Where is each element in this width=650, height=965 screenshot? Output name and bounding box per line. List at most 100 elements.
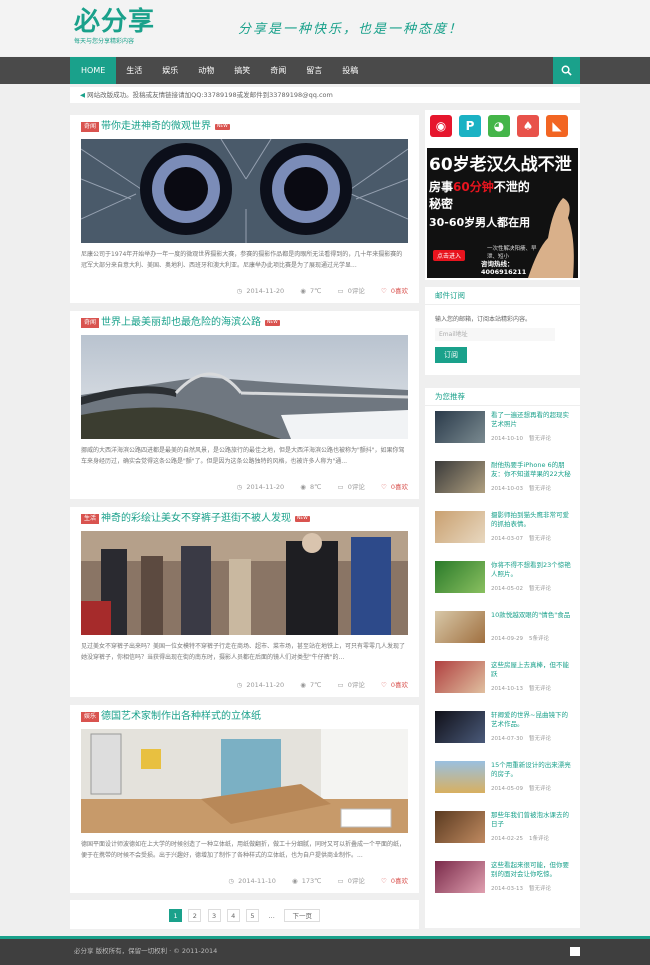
article-image[interactable] (81, 729, 408, 833)
list-item-comments: 5条评论 (528, 636, 549, 642)
wechat-icon[interactable]: ◕ (488, 115, 510, 137)
nav-item-funny[interactable]: 搞笑 (224, 57, 260, 84)
heart-icon: ♡ (380, 877, 387, 885)
list-item-date: 2014-03-07 (491, 536, 523, 542)
page-link-5[interactable]: 5 (245, 909, 259, 922)
list-item[interactable]: 轩卿爱的世界~昆曲镜下的艺术作品。 2014-07-30 暂无评论 (425, 706, 580, 756)
list-item-comments: 暂无评论 (528, 486, 551, 492)
article-likes[interactable]: 0喜欢 (391, 681, 408, 689)
list-item[interactable]: 耐他热要手iPhone 6的朋友：你不知道苹果的22大秘密 2014-10-03… (425, 456, 580, 506)
list-item-title[interactable]: 看了一遍还想再看的超现实艺术照片 (491, 411, 572, 429)
article-comments[interactable]: 0评论 (348, 877, 365, 885)
nav-item-entertainment[interactable]: 娱乐 (152, 57, 188, 84)
list-item-date: 2014-10-03 (491, 486, 523, 492)
nav-item-home[interactable]: HOME (70, 57, 117, 84)
search-button[interactable] (553, 57, 580, 84)
page-link-1[interactable]: 1 (169, 909, 183, 922)
nav-item-odd[interactable]: 奇闻 (260, 57, 296, 84)
list-item-title[interactable]: 这些房屋上去真棒，但不能跃 (491, 661, 572, 679)
thumbnail[interactable] (435, 761, 485, 793)
ad-enter-button[interactable]: 点击进入 (433, 250, 466, 261)
footer-copyright: 必分享 版权所有，保留一切权利 · © 2011-2014 (74, 947, 218, 955)
list-item-title[interactable]: 这些看起来很可能，但你要别的面对会让你吃惊。 (491, 861, 572, 879)
thumbnail[interactable] (435, 811, 485, 843)
thumbnail[interactable] (435, 561, 485, 593)
thumbnail[interactable] (435, 661, 485, 693)
article-date: 2014-11-20 (246, 483, 285, 491)
article-image[interactable] (81, 139, 408, 243)
nav-item-animals[interactable]: 动物 (188, 57, 224, 84)
list-item-date: 2014-02-25 (491, 836, 523, 842)
article-comments[interactable]: 0评论 (348, 287, 365, 295)
stats-icon[interactable] (570, 947, 580, 956)
page-link-2[interactable]: 2 (188, 909, 202, 922)
thumbnail[interactable] (435, 711, 485, 743)
email-input[interactable]: Email地址 (435, 328, 555, 341)
list-item[interactable]: 那些年我们曾被泡水课去的日子 2014-02-25 1条评论 (425, 806, 580, 856)
next-page-button[interactable]: 下一页 (284, 909, 320, 922)
list-item-date: 2014-10-13 (491, 686, 523, 692)
article-likes[interactable]: 0喜欢 (391, 877, 408, 885)
page-link-4[interactable]: 4 (226, 909, 240, 922)
article-comments[interactable]: 0评论 (348, 681, 365, 689)
thumbnail[interactable] (435, 511, 485, 543)
article-category[interactable]: 娱乐 (81, 712, 100, 722)
page-link-3[interactable]: 3 (207, 909, 221, 922)
widget-title: 为您推荐 (425, 388, 580, 406)
header: 必分享 每天与您分享精彩内容 分享是一种快乐，也是一种态度！ (0, 0, 650, 56)
pinterest-icon[interactable]: P (459, 115, 481, 137)
nav-item-life[interactable]: 生活 (116, 57, 152, 84)
article-title[interactable]: 德国艺术家制作出各种样式的立体纸 (101, 711, 261, 722)
list-item[interactable]: 摄影师拍到猫头鹰非常可爱的抓拍表情。 2014-03-07 暂无评论 (425, 506, 580, 556)
article-title[interactable]: 世界上最美丽却也最危险的海滨公路 (101, 317, 261, 328)
article-excerpt: 见过美女不穿裤子出来吗？美国一位女模特不穿裤子行走在商场、超市、菜市场，甚至站在… (81, 643, 406, 661)
list-item[interactable]: 你将不得不想看到23个惊艳人照片。 2014-05-02 暂无评论 (425, 556, 580, 606)
article-category[interactable]: 生活 (81, 514, 100, 524)
weibo-icon[interactable]: ◉ (430, 115, 452, 137)
list-item[interactable]: 看了一遍还想再看的超现实艺术照片 2014-10-10 暂无评论 (425, 406, 580, 456)
thumbnail[interactable] (435, 461, 485, 493)
list-item-comments: 暂无评论 (528, 786, 551, 792)
list-item-title[interactable]: 10款悦越双眼的"情色"食品 (491, 611, 572, 629)
qq-icon[interactable]: ♠ (517, 115, 539, 137)
site-logo[interactable]: 必分享 每天与您分享精彩内容 (74, 8, 164, 45)
article-comments[interactable]: 0评论 (348, 483, 365, 491)
article-category[interactable]: 奇闻 (81, 318, 100, 328)
list-item-title[interactable]: 15个用重新设计的出来漂亮的房子。 (491, 761, 572, 779)
article-image[interactable] (81, 531, 408, 635)
list-item-title[interactable]: 摄影师拍到猫头鹰非常可爱的抓拍表情。 (491, 511, 572, 529)
list-item-title[interactable]: 那些年我们曾被泡水课去的日子 (491, 811, 572, 829)
ad-banner[interactable]: 60岁老汉久战不泄 房事60分钟不泄的秘密 30-60岁男人都在用 一次性解决阳… (425, 148, 580, 280)
nav-item-submit[interactable]: 投稿 (332, 57, 368, 84)
list-item[interactable]: 10款悦越双眼的"情色"食品 2014-09-29 5条评论 (425, 606, 580, 656)
list-item-title[interactable]: 轩卿爱的世界~昆曲镜下的艺术作品。 (491, 711, 572, 729)
subscribe-button[interactable]: 订阅 (435, 347, 467, 363)
article-card: 奇闻 带你走进神奇的微观世界 NEW 尼康公司于1974年开始举办一年一度的微观世界… (70, 115, 419, 303)
widget-title: 邮件订阅 (425, 287, 580, 305)
article-title[interactable]: 带你走进神奇的微观世界 (101, 121, 211, 132)
article-meta: ◷ 2014-11-20 ◉ 8℃ ▭ 0评论 ♡ 0喜欢 (223, 481, 408, 491)
nav-item-guestbook[interactable]: 留言 (296, 57, 332, 84)
list-item[interactable]: 这些看起来很可能，但你要别的面对会让你吃惊。 2014-03-13 暂无评论 (425, 856, 580, 906)
article-image[interactable] (81, 335, 408, 439)
list-item-date: 2014-07-30 (491, 736, 523, 742)
heart-icon: ♡ (380, 483, 387, 491)
article-category[interactable]: 奇闻 (81, 122, 100, 132)
article-likes[interactable]: 0喜欢 (391, 483, 408, 491)
article-title[interactable]: 神奇的彩绘让美女不穿裤子逛街不被人发现 (101, 513, 291, 524)
list-item[interactable]: 15个用重新设计的出来漂亮的房子。 2014-05-09 暂无评论 (425, 756, 580, 806)
list-item-title[interactable]: 耐他热要手iPhone 6的朋友：你不知道苹果的22大秘密 (491, 461, 572, 479)
article-card: 娱乐 德国艺术家制作出各种样式的立体纸 德国平面设计师波德如在上大学的时候创造了一… (70, 705, 419, 893)
list-item-title[interactable]: 你将不得不想看到23个惊艳人照片。 (491, 561, 572, 579)
rss-icon[interactable]: ◣ (546, 115, 568, 137)
thumbnail[interactable] (435, 861, 485, 893)
ad-headline: 60岁老汉久战不泄 (429, 155, 572, 175)
list-item[interactable]: 这些房屋上去真棒，但不能跃 2014-10-13 暂无评论 (425, 656, 580, 706)
clock-icon: ◷ (236, 483, 243, 491)
article-meta: ◷ 2014-11-10 ◉ 173℃ ▭ 0评论 ♡ 0喜欢 (214, 875, 408, 885)
article-likes[interactable]: 0喜欢 (391, 287, 408, 295)
thumbnail[interactable] (435, 611, 485, 643)
thumbnail[interactable] (435, 411, 485, 443)
article-card: 奇闻 世界上最美丽却也最危险的海滨公路 NEW 挪威的大西洋海滨公路四进都是最美的自… (70, 311, 419, 499)
list-item-date: 2014-05-09 (491, 786, 523, 792)
